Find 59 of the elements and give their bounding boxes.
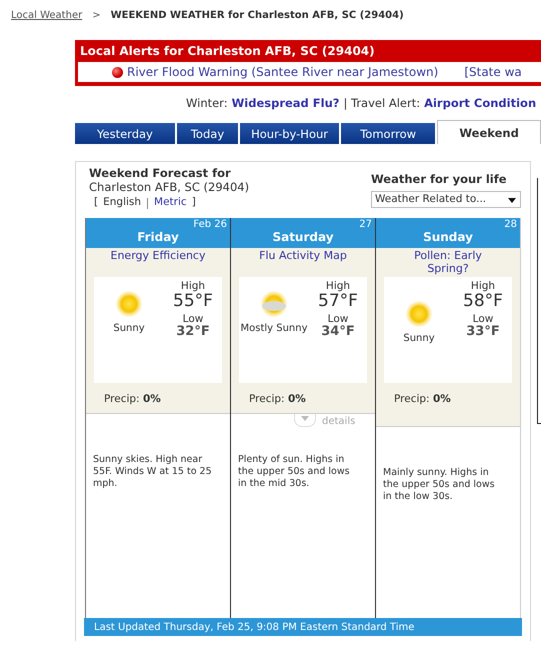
- day-name: Saturday: [272, 230, 334, 244]
- precip-text: Precip: 0%: [103, 392, 162, 405]
- tab[interactable]: Weekend: [437, 120, 541, 144]
- last-updated-bar: Last Updated Thursday, Feb 25, 9:08 PM Eastern Standard Time: [84, 618, 522, 636]
- high-label: High: [470, 280, 496, 292]
- low-label: Low: [326, 313, 350, 325]
- forecast-description: Mainly sunny. Highs in the upper 50s and lows in the low 30s.: [383, 467, 496, 503]
- low-temperature: 34°F: [320, 325, 356, 339]
- high-temperature: 55°F: [172, 292, 214, 310]
- condition-text: Mostly Sunny: [240, 323, 308, 334]
- low-temperature: 33°F: [465, 325, 501, 339]
- unit-option[interactable]: English: [103, 196, 142, 209]
- warning-dot-icon: [112, 66, 123, 78]
- alert-link[interactable]: River Flood Warning (Santee River near Jamestown): [127, 65, 438, 79]
- caret-icon: [508, 198, 516, 203]
- forecast-description: Sunny skies. High near 55F. Winds W at 15 to 25 mph.: [93, 454, 213, 490]
- promo-label: | Travel Alert:: [343, 96, 420, 110]
- page-title: WEEKEND WEATHER for Charleston AFB, SC (29404): [110, 10, 404, 23]
- day-link[interactable]: Pollen: Early Spring?: [384, 249, 512, 277]
- tab[interactable]: Yesterday: [75, 123, 177, 144]
- condition-text: Sunny: [113, 323, 145, 334]
- day-link[interactable]: Flu Activity Map: [239, 249, 367, 264]
- low-label: Low: [472, 313, 494, 325]
- forecast-title: Weekend Forecast for: [89, 166, 232, 180]
- promo-label: Winter:: [186, 96, 228, 110]
- sun-icon: [404, 299, 434, 329]
- high-label: High: [324, 280, 352, 292]
- low-temperature: 32°F: [175, 325, 211, 339]
- tab[interactable]: Tomorrow: [341, 123, 438, 144]
- high-temperature: 58°F: [462, 292, 504, 310]
- precip-text: Precip: 0%: [248, 392, 307, 405]
- alert-title: Local Alerts for Charleston AFB, SC (29404): [79, 43, 376, 60]
- unit-link[interactable]: Metric: [154, 196, 187, 209]
- section-title: Weather for your life: [371, 172, 508, 186]
- precip-text: Precip: 0%: [393, 392, 452, 405]
- tab[interactable]: Today: [176, 123, 240, 144]
- day-name: Friday: [137, 230, 179, 244]
- forecast-location: Charleston AFB, SC (29404): [89, 180, 250, 194]
- day-date: 27: [359, 219, 372, 230]
- breadcrumb-separator: >: [92, 10, 101, 23]
- high-label: High: [180, 280, 206, 292]
- alert-link[interactable]: [State wa: [464, 65, 522, 79]
- day-link[interactable]: Energy Efficiency: [94, 249, 222, 264]
- breadcrumb-link[interactable]: Local Weather: [11, 10, 82, 26]
- bracket-text: ]: [192, 196, 196, 209]
- high-temperature: 57°F: [317, 292, 359, 310]
- forecast-description: Plenty of sun. Highs in the upper 50s and lows in the mid 30s.: [238, 454, 351, 490]
- promo-link[interactable]: Airport Condition: [424, 96, 536, 110]
- day-date: 28: [504, 219, 517, 230]
- promo-link[interactable]: Widespread Flu?: [232, 96, 340, 110]
- dropdown[interactable]: Weather Related to...: [371, 191, 521, 208]
- sun-cloud-icon: [259, 289, 289, 319]
- day-name: Sunday: [423, 230, 473, 244]
- tab[interactable]: Hour-by-Hour: [240, 123, 342, 144]
- day-date: Feb 26: [193, 219, 227, 230]
- condition-text: Sunny: [403, 333, 435, 344]
- sun-icon: [114, 289, 144, 319]
- low-label: Low: [182, 313, 204, 325]
- bracket-text: [: [94, 196, 98, 209]
